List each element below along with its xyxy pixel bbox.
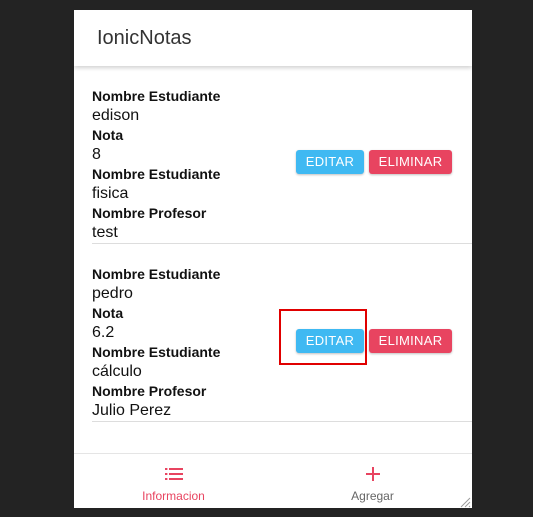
subject-label: Nombre Estudiante xyxy=(92,166,221,182)
teacher-name-label: Nombre Profesor xyxy=(92,383,207,399)
app-header: IonicNotas xyxy=(74,10,472,66)
app-title: IonicNotas xyxy=(97,27,192,49)
grade-label: Nota xyxy=(92,127,124,143)
note-card: Nombre Estudiante edison Nota 8 Nombre E… xyxy=(92,66,472,244)
student-name-value: edison xyxy=(92,107,140,124)
app-window: IonicNotas Nombre Estudiante edison Nota… xyxy=(74,10,472,508)
grade-value: 6.2 xyxy=(92,324,115,341)
edit-button[interactable]: EDITAR xyxy=(296,150,364,174)
student-name-value: pedro xyxy=(92,285,133,302)
delete-button[interactable]: ELIMINAR xyxy=(369,329,452,353)
list-icon xyxy=(164,468,183,480)
teacher-name-label: Nombre Profesor xyxy=(92,205,207,221)
subject-value: fisica xyxy=(92,185,129,202)
tab-informacion-label: Informacion xyxy=(142,489,205,503)
teacher-name-value: test xyxy=(92,224,118,241)
plus-icon xyxy=(365,467,380,481)
resize-grip-icon[interactable] xyxy=(459,496,471,508)
notes-list: Nombre Estudiante edison Nota 8 Nombre E… xyxy=(74,66,472,422)
tab-bar: Informacion Agregar xyxy=(74,453,472,508)
delete-button[interactable]: ELIMINAR xyxy=(369,150,452,174)
student-name-label: Nombre Estudiante xyxy=(92,266,221,282)
grade-label: Nota xyxy=(92,305,124,321)
tab-agregar-label: Agregar xyxy=(351,489,394,503)
tab-informacion[interactable]: Informacion xyxy=(74,454,273,508)
tab-agregar[interactable]: Agregar xyxy=(273,454,472,508)
teacher-name-value: Julio Perez xyxy=(92,402,172,419)
subject-label: Nombre Estudiante xyxy=(92,344,221,360)
grade-value: 8 xyxy=(92,146,101,163)
note-fields: Nombre Estudiante edison Nota 8 Nombre E… xyxy=(92,87,220,243)
note-fields: Nombre Estudiante pedro Nota 6.2 Nombre … xyxy=(92,265,220,421)
edit-button-highlight xyxy=(279,309,367,365)
student-name-label: Nombre Estudiante xyxy=(92,88,221,104)
subject-value: cálculo xyxy=(92,363,142,380)
